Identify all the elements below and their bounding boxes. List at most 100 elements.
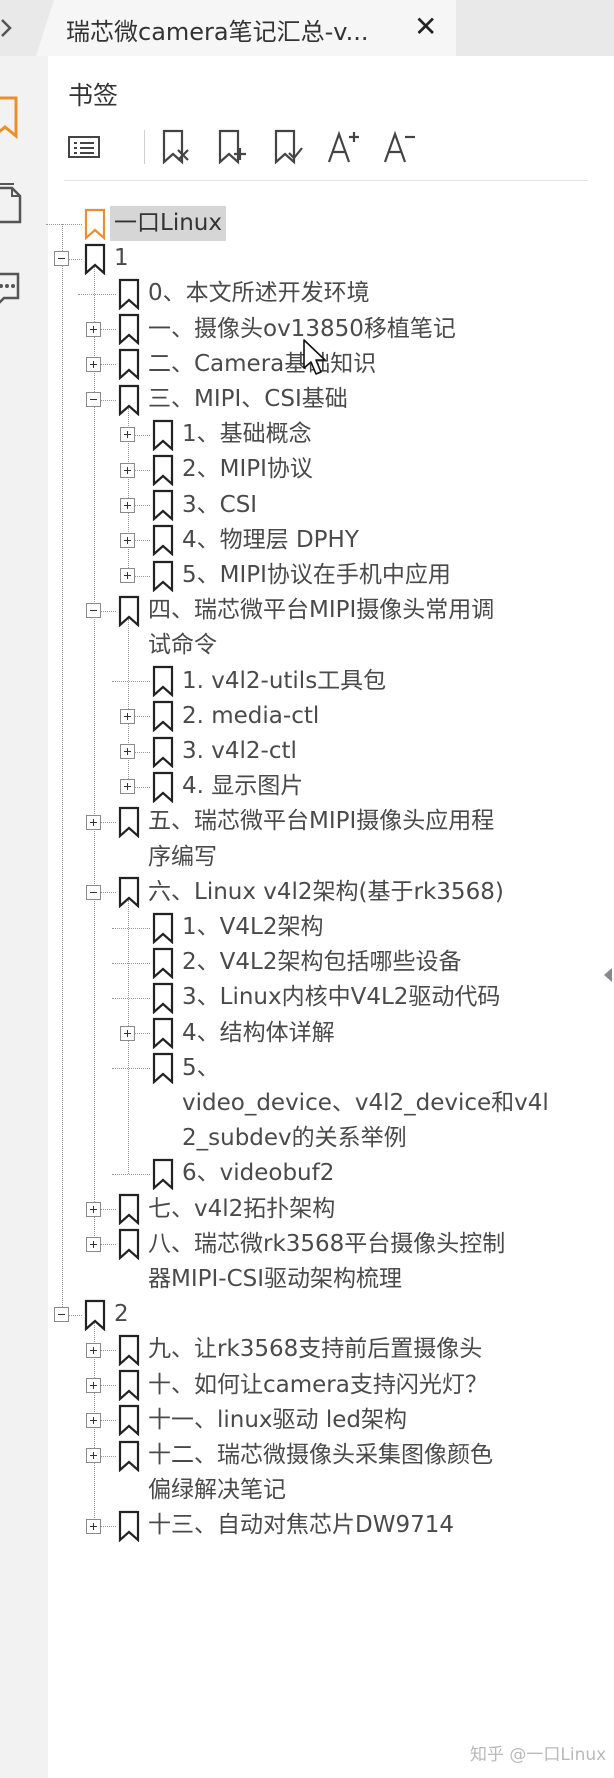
bookmark-label[interactable]: 3. v4l2-ctl [182, 734, 297, 769]
tree-guide-line [101, 1455, 116, 1457]
expand-node-button[interactable] [86, 1342, 101, 1358]
collapse-node-button[interactable] [86, 603, 101, 619]
tree-guide-line [101, 610, 116, 612]
tree-guide-line [94, 266, 95, 1245]
tree-guide-line [101, 1244, 116, 1246]
bookmark-icon [84, 208, 106, 241]
bookmark-label[interactable]: 十、如何让camera支持闪光灯？ [148, 1368, 488, 1403]
bookmark-icon [118, 1510, 140, 1543]
bookmark-label[interactable]: video_device、v4l2_device和v4l [182, 1086, 549, 1121]
bookmark-label[interactable]: 2 [114, 1297, 129, 1332]
bookmark-icon [118, 876, 140, 909]
bookmark-label[interactable]: 5、MIPI协议在手机中应用 [182, 558, 451, 593]
tree-guide-line [101, 329, 116, 331]
bookmark-icon [152, 912, 174, 945]
expand-node-button[interactable] [120, 497, 135, 513]
bookmark-icon [118, 348, 140, 381]
collapse-node-button[interactable] [54, 1307, 69, 1323]
bookmark-label[interactable]: 4. 显示图片 [182, 769, 303, 804]
bookmark-label[interactable]: 偏绿解决笔记 [148, 1473, 286, 1508]
bookmark-icon [152, 1052, 174, 1085]
bookmark-label[interactable]: 4、结构体详解 [182, 1016, 335, 1051]
expand-node-button[interactable] [86, 1377, 101, 1393]
tree-guide-line [78, 294, 116, 295]
bookmark-label[interactable]: 一、摄像头ov13850移植笔记 [148, 312, 456, 347]
bookmark-label[interactable]: 0、本文所述开发环境 [148, 276, 370, 311]
tree-guide-line [135, 716, 150, 718]
bookmark-icon [152, 489, 174, 522]
collapse-node-button[interactable] [54, 251, 69, 267]
expand-node-button[interactable] [120, 462, 135, 478]
bookmark-label[interactable]: 试命令 [148, 628, 217, 663]
bookmark-label[interactable]: 十二、瑞芯微摄像头采集图像颜色 [148, 1438, 493, 1473]
bookmark-label[interactable]: 十一、linux驱动 led架构 [148, 1403, 407, 1438]
bookmark-label[interactable]: 4、物理层 DPHY [182, 523, 359, 558]
expand-node-button[interactable] [86, 321, 101, 337]
bookmark-label[interactable]: 2、V4L2架构包括哪些设备 [182, 945, 461, 980]
expand-node-button[interactable] [86, 1236, 101, 1252]
bookmark-label[interactable]: 三、MIPI、CSI基础 [148, 382, 348, 417]
tree-guide-line [112, 998, 150, 999]
bookmark-icon [118, 1334, 140, 1367]
expand-node-button[interactable] [86, 356, 101, 372]
bookmark-label[interactable]: 1、V4L2架构 [182, 910, 323, 945]
bookmark-label[interactable]: 1 [114, 241, 129, 276]
expand-node-button[interactable] [120, 708, 135, 724]
bookmark-label[interactable]: 6、videobuf2 [182, 1156, 334, 1191]
tree-guide-line [135, 434, 150, 436]
tree-guide-line [135, 575, 150, 577]
expand-node-button[interactable] [120, 532, 135, 548]
bookmark-label[interactable]: 七、v4l2拓扑架构 [148, 1192, 335, 1227]
bookmark-label[interactable]: 十三、自动对焦芯片DW9714 [148, 1508, 454, 1543]
panel-collapse-arrow-icon[interactable] [604, 968, 612, 982]
bookmark-label[interactable]: 二、Camera基础知识 [148, 347, 376, 382]
expand-node-button[interactable] [86, 814, 101, 830]
expand-node-button[interactable] [120, 427, 135, 443]
expand-node-button[interactable] [86, 1201, 101, 1217]
bookmark-icon [152, 1017, 174, 1050]
bookmark-label[interactable]: 2_subdev的关系举例 [182, 1121, 407, 1156]
bookmark-icon [118, 1193, 140, 1226]
expand-node-button[interactable] [120, 1025, 135, 1041]
bookmark-label[interactable]: 1、基础概念 [182, 417, 312, 452]
bookmark-icon [118, 1228, 140, 1261]
bookmark-label[interactable]: 八、瑞芯微rk3568平台摄像头控制 [148, 1227, 505, 1262]
expand-node-button[interactable] [86, 1448, 101, 1464]
bookmark-icon [118, 1440, 140, 1473]
tree-guide-line [69, 258, 82, 260]
expand-node-button[interactable] [120, 744, 135, 760]
collapse-node-button[interactable] [86, 884, 101, 900]
bookmark-label[interactable]: 2、MIPI协议 [182, 452, 313, 487]
tree-guide-line [101, 1209, 116, 1211]
expand-node-button[interactable] [120, 779, 135, 795]
expand-node-button[interactable] [120, 568, 135, 584]
bookmark-label[interactable]: 五、瑞芯微平台MIPI摄像头应用程 [148, 804, 494, 839]
bookmark-label[interactable]: 器MIPI-CSI驱动架构梳理 [148, 1262, 402, 1297]
bookmark-label[interactable]: 2. media-ctl [182, 699, 319, 734]
bookmark-label[interactable]: 1. v4l2-utils工具包 [182, 664, 386, 699]
tree-guide-line [101, 822, 116, 823]
bookmark-label[interactable]: 九、让rk3568支持前后置摄像头 [148, 1332, 482, 1367]
bookmark-icon [118, 806, 140, 839]
bookmark-tree: 一口Linux 1 0、本文所述开发环境 一、摄像头ov13850移植笔记 二、Came… [0, 0, 614, 1778]
bookmark-label[interactable]: 四、瑞芯微平台MIPI摄像头常用调 [148, 593, 494, 628]
expand-node-button[interactable] [86, 1412, 101, 1428]
tree-guide-line [101, 399, 116, 401]
tree-guide-line [46, 223, 82, 225]
bookmark-label[interactable]: 六、Linux v4l2架构(基于rk3568) [148, 875, 504, 910]
bookmark-label[interactable]: 5、 [182, 1051, 220, 1086]
bookmark-label[interactable]: 序编写 [148, 840, 217, 875]
tree-guide-line [135, 540, 150, 542]
tree-guide-line [101, 1350, 116, 1351]
bookmark-icon [118, 278, 140, 311]
bookmark-label[interactable]: 3、Linux内核中V4L2驱动代码 [182, 980, 500, 1015]
bookmark-label[interactable]: 一口Linux [110, 206, 226, 241]
bookmark-icon [118, 1404, 140, 1437]
tree-guide-line [128, 618, 129, 787]
expand-node-button[interactable] [86, 1518, 101, 1534]
tree-guide-line [101, 892, 116, 894]
bookmark-icon [152, 560, 174, 593]
bookmark-label[interactable]: 3、CSI [182, 488, 257, 523]
tree-guide-line [62, 223, 63, 1315]
collapse-node-button[interactable] [86, 392, 101, 408]
